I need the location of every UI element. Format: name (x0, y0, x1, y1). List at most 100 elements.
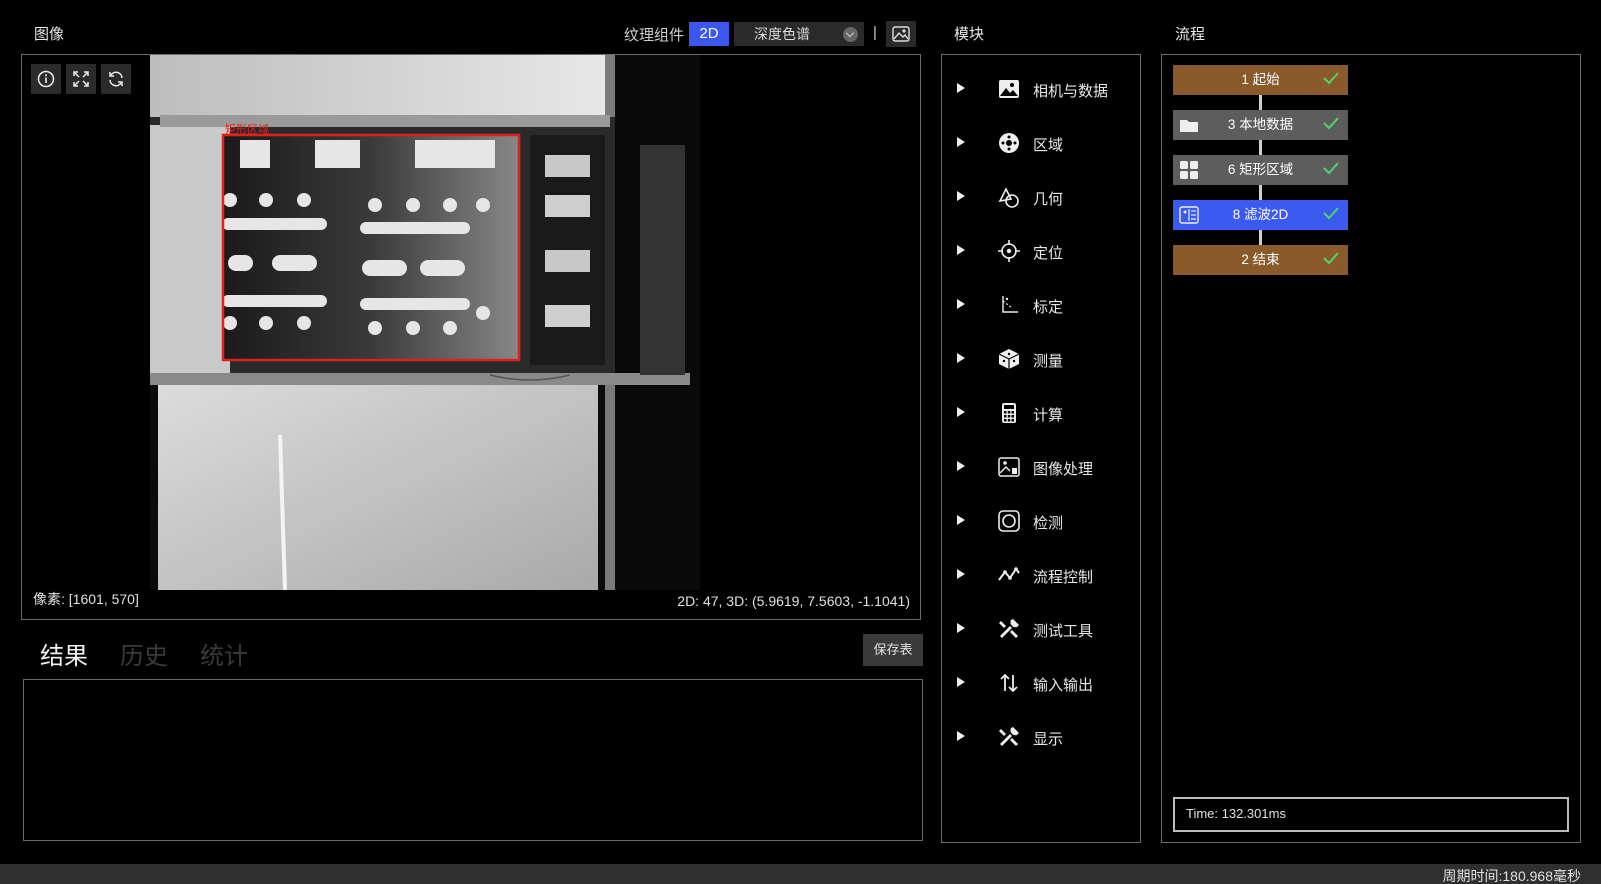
flow-connector (1259, 230, 1262, 245)
coordinate-readout: 2D: 47, 3D: (5.9619, 7.5603, -1.1041) (677, 593, 910, 609)
target-icon (998, 240, 1020, 262)
module-label: 流程控制 (1033, 569, 1094, 586)
module-detection[interactable]: 检测 (942, 504, 1140, 538)
flow-node-start[interactable]: 1 起始 (1173, 65, 1348, 95)
expand-arrow-icon[interactable] (957, 353, 965, 363)
flow-node-filter-2d[interactable]: 8 滤波2D (1173, 200, 1348, 230)
colormap-select[interactable]: 深度色谱 (734, 22, 864, 46)
chevron-down-icon (843, 27, 858, 42)
expand-arrow-icon[interactable] (957, 245, 965, 255)
expand-icon (73, 71, 89, 87)
flow-node-end[interactable]: 2 结束 (1173, 245, 1348, 275)
module-label: 测试工具 (1033, 623, 1094, 640)
geometry-icon (998, 187, 1019, 208)
flow-node-label: 1 起始 (1241, 72, 1280, 87)
flow-panel-title: 流程 (1175, 26, 1206, 43)
flow-node-label: 8 滤波2D (1232, 207, 1289, 222)
expand-arrow-icon[interactable] (957, 731, 965, 741)
fit-view-button[interactable] (66, 64, 96, 94)
module-region[interactable]: 区域 (942, 126, 1140, 160)
filter-image-icon (1179, 206, 1199, 224)
flow-node-rect-region[interactable]: 6 矩形区域 (1173, 155, 1348, 185)
flow-time-readout: Time: 132.301ms (1173, 797, 1569, 832)
image-panel-title: 图像 (34, 26, 65, 43)
module-test-tools[interactable]: 测试工具 (942, 612, 1140, 646)
expand-arrow-icon[interactable] (957, 137, 965, 147)
flow-node-label: 6 矩形区域 (1227, 162, 1294, 177)
display-tools-icon (999, 727, 1019, 746)
flow-connector (1259, 185, 1262, 200)
module-measure[interactable]: 测量 (942, 342, 1140, 376)
measure-cube-icon (998, 349, 1020, 369)
image-viewer[interactable]: 矩形区域 像素: [1601, 570] 2D: 47, 3D: (5.9619… (21, 54, 921, 620)
flow-panel: 1 起始 3 本地数据 6 矩形区域 8 滤波2D 2 结束 Time: 132… (1161, 54, 1581, 843)
texture-component-label: 纹理组件 (624, 27, 685, 44)
module-image-processing[interactable]: 图像处理 (942, 450, 1140, 484)
check-icon (1323, 162, 1339, 175)
check-icon (1323, 252, 1339, 265)
module-calibration[interactable]: 标定 (942, 288, 1140, 322)
flow-node-local-data[interactable]: 3 本地数据 (1173, 110, 1348, 140)
image-icon (999, 80, 1019, 98)
module-label: 检测 (1033, 515, 1064, 532)
cycle-time-label: 周期时间:180.968毫秒 (1442, 868, 1582, 884)
folder-icon (1180, 120, 1198, 132)
tools-icon (999, 619, 1019, 638)
picture-icon (892, 26, 910, 42)
toolbar-separator: | (873, 24, 877, 41)
module-label: 相机与数据 (1033, 83, 1109, 100)
expand-arrow-icon[interactable] (957, 515, 965, 525)
module-display[interactable]: 显示 (942, 720, 1140, 754)
check-icon (1323, 117, 1339, 130)
module-compute[interactable]: 计算 (942, 396, 1140, 430)
expand-arrow-icon[interactable] (957, 299, 965, 309)
results-table[interactable] (23, 679, 923, 841)
calibration-icon (1002, 296, 1018, 313)
status-bar: 周期时间:180.968毫秒 (0, 864, 1601, 884)
module-label: 标定 (1033, 299, 1064, 316)
mode-2d-button[interactable]: 2D (689, 22, 729, 46)
refresh-icon (109, 71, 123, 87)
save-table-button[interactable]: 保存表 (863, 634, 923, 666)
flow-control-icon (998, 567, 1020, 581)
expand-arrow-icon[interactable] (957, 407, 965, 417)
io-icon (1000, 673, 1018, 693)
module-label: 定位 (1033, 245, 1064, 262)
expand-arrow-icon[interactable] (957, 83, 965, 93)
pixel-readout: 像素: [1601, 570] (33, 591, 139, 607)
image-process-icon (998, 457, 1020, 477)
module-camera-data[interactable]: 相机与数据 (942, 72, 1140, 106)
region-icon (999, 133, 1019, 153)
refresh-button[interactable] (101, 64, 131, 94)
camera-image-canvas: 矩形区域 (150, 55, 700, 590)
expand-arrow-icon[interactable] (957, 623, 965, 633)
expand-arrow-icon[interactable] (957, 191, 965, 201)
image-view-button[interactable] (886, 21, 916, 47)
module-label: 输入输出 (1033, 677, 1094, 694)
module-label: 计算 (1033, 407, 1064, 424)
module-input-output[interactable]: 输入输出 (942, 666, 1140, 700)
flow-connector (1259, 140, 1262, 155)
expand-arrow-icon[interactable] (957, 677, 965, 687)
calculator-icon (1002, 403, 1016, 423)
tab-statistics[interactable]: 统计 (200, 636, 248, 671)
info-icon (37, 70, 55, 88)
tab-results[interactable]: 结果 (40, 636, 88, 671)
module-geometry[interactable]: 几何 (942, 180, 1140, 214)
module-flow-control[interactable]: 流程控制 (942, 558, 1140, 592)
module-label: 测量 (1033, 353, 1064, 370)
info-button[interactable] (31, 64, 61, 94)
module-label: 图像处理 (1033, 461, 1094, 478)
app-window: 图像 纹理组件 2D 深度色谱 | 矩形区域 像素: [1601, 570] 2… (0, 0, 1601, 884)
camera-image[interactable]: 矩形区域 (150, 55, 700, 590)
module-locate[interactable]: 定位 (942, 234, 1140, 268)
expand-arrow-icon[interactable] (957, 461, 965, 471)
tab-history[interactable]: 历史 (120, 636, 168, 671)
check-icon (1323, 207, 1339, 220)
colormap-select-value: 深度色谱 (754, 26, 810, 42)
grid-icon (1180, 161, 1198, 179)
viewer-toolbar (31, 64, 131, 94)
check-icon (1323, 72, 1339, 85)
roi-label: 矩形区域 (225, 123, 269, 136)
expand-arrow-icon[interactable] (957, 569, 965, 579)
